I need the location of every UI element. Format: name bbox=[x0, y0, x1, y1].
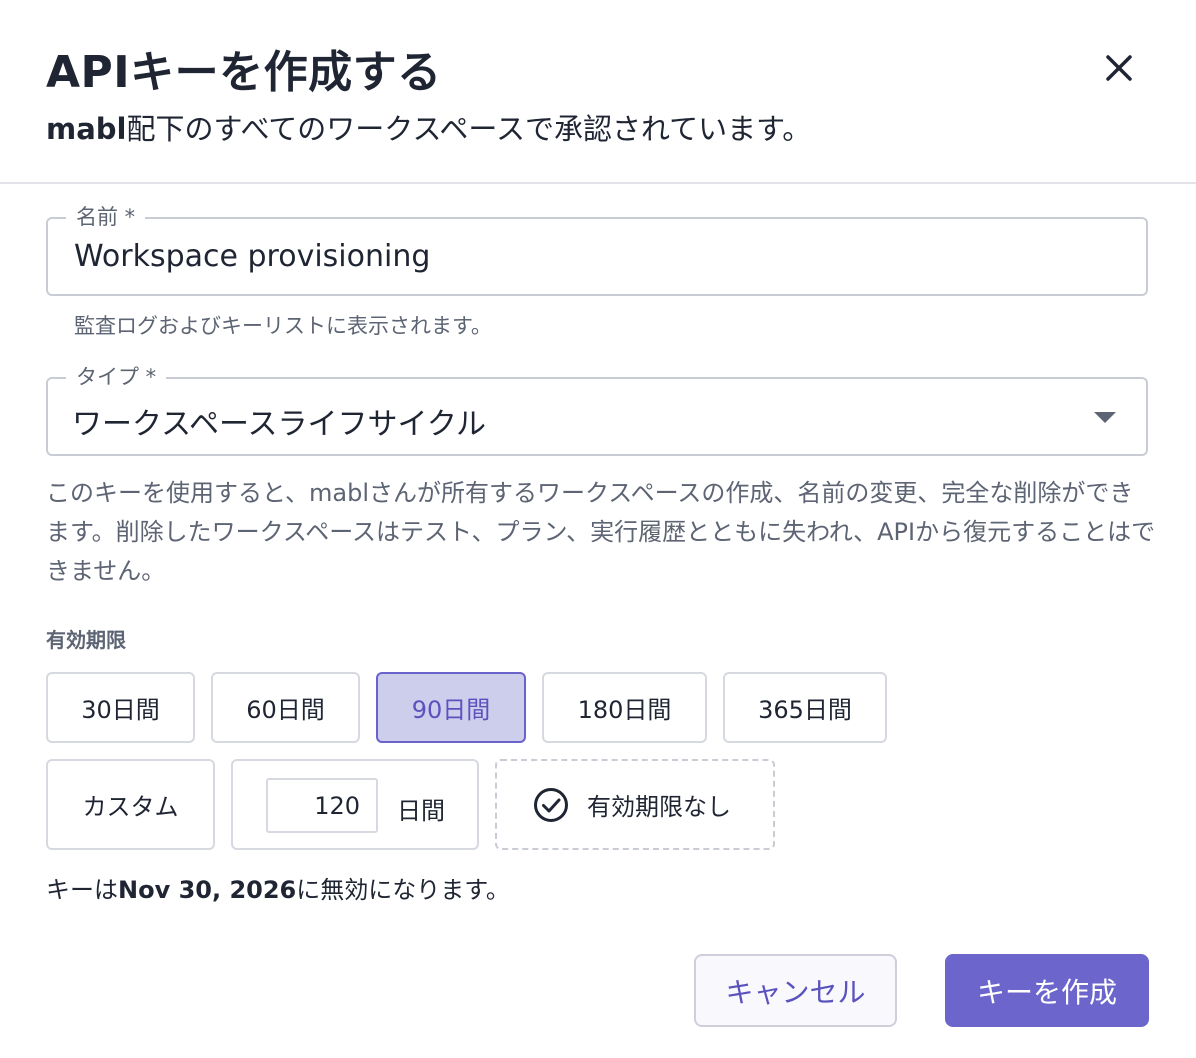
subtitle-text: 配下のすべてのワークスペースで承認されています。 bbox=[126, 112, 812, 146]
expiration-note: キーはNov 30, 2026に無効になります。 bbox=[46, 870, 510, 905]
create-key-button[interactable]: キーを作成 bbox=[945, 954, 1149, 1027]
name-field-value[interactable]: Workspace provisioning bbox=[74, 239, 430, 274]
name-field-helper-text: 監査ログおよびキーリストに表示されます。 bbox=[74, 314, 492, 338]
caret-down-icon[interactable] bbox=[1094, 412, 1116, 423]
type-select-value: ワークスペースライフサイクル bbox=[72, 407, 486, 442]
name-field[interactable]: 名前 * Workspace provisioning bbox=[46, 201, 1148, 296]
expiration-note-suffix: に無効になります。 bbox=[296, 876, 510, 904]
create-api-key-dialog: APIキーを作成する mabl配下のすべてのワークスペースで承認されています。 … bbox=[0, 0, 1196, 1058]
dialog-title: APIキーを作成する bbox=[46, 47, 442, 98]
expiration-option-180[interactable]: 180日間 bbox=[542, 672, 707, 743]
type-select[interactable]: タイプ * ワークスペースライフサイクル bbox=[46, 361, 1148, 456]
cancel-button[interactable]: キャンセル bbox=[694, 954, 897, 1027]
expiration-note-prefix: キーは bbox=[46, 876, 118, 904]
custom-days-input[interactable] bbox=[266, 778, 378, 833]
expiration-option-60[interactable]: 60日間 bbox=[211, 672, 360, 743]
custom-days-unit: 日間 bbox=[397, 797, 445, 825]
no-expiration-label: 有効期限なし bbox=[587, 793, 731, 821]
no-expiration-option[interactable]: 有効期限なし bbox=[495, 759, 775, 850]
expiration-option-90[interactable]: 90日間 bbox=[376, 672, 526, 743]
expiration-option-custom[interactable]: カスタム bbox=[46, 759, 215, 850]
expiration-option-30[interactable]: 30日間 bbox=[46, 672, 195, 743]
dialog-subtitle: mabl配下のすべてのワークスペースで承認されています。 bbox=[46, 106, 811, 148]
name-field-label: 名前 * bbox=[66, 201, 146, 231]
check-circle-icon bbox=[534, 787, 568, 822]
subtitle-workspace-name: mabl bbox=[46, 112, 127, 146]
type-select-label: タイプ * bbox=[66, 361, 167, 391]
close-button[interactable] bbox=[1097, 46, 1141, 90]
close-icon bbox=[1106, 55, 1132, 81]
type-description: このキーを使用すると、mablさんが所有するワークスペースの作成、名前の変更、完… bbox=[46, 479, 1156, 585]
expiration-label: 有効期限 bbox=[46, 628, 126, 652]
expiration-date: Nov 30, 2026 bbox=[118, 876, 297, 904]
dialog-header: APIキーを作成する mabl配下のすべてのワークスペースで承認されています。 bbox=[0, 0, 1196, 184]
expiration-option-365[interactable]: 365日間 bbox=[723, 672, 887, 743]
custom-days-group: 日間 bbox=[231, 759, 479, 850]
